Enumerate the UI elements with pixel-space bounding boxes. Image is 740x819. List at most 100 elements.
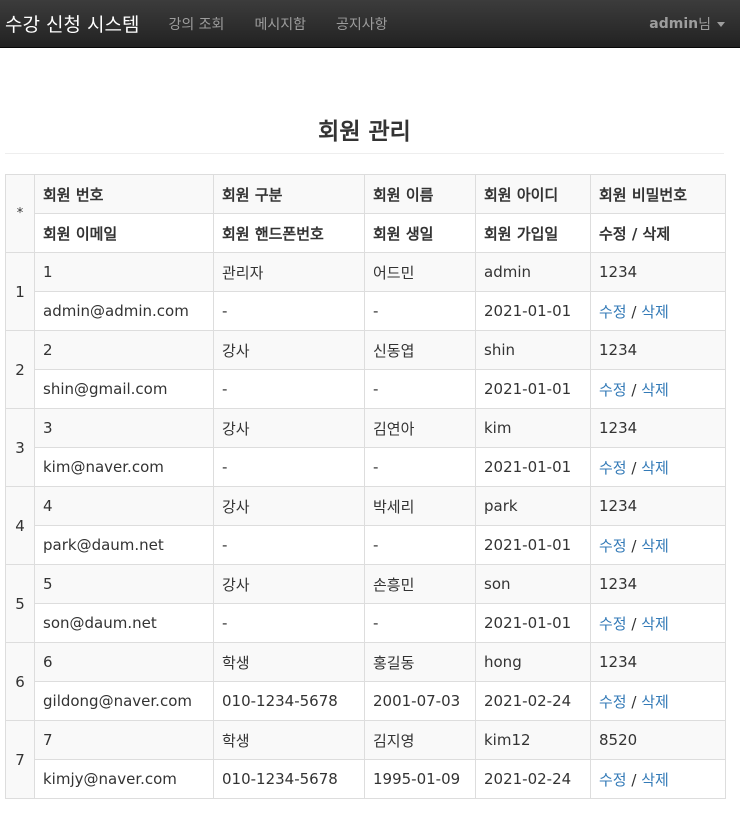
cell-member-joined: 2021-01-01 xyxy=(475,603,591,643)
top-navbar: 수강 신청 시스템 강의 조회 메시지함 공지사항 admin 님 xyxy=(0,0,740,48)
header-member-phone: 회원 핸드폰번호 xyxy=(213,213,365,253)
row-index: 2 xyxy=(5,330,35,409)
header-member-email: 회원 이메일 xyxy=(34,213,214,253)
delete-link[interactable]: 삭제 xyxy=(641,537,669,555)
page-title: 회원 관리 xyxy=(5,112,724,154)
cell-member-birth: - xyxy=(364,447,476,487)
delete-link[interactable]: 삭제 xyxy=(641,615,669,633)
delete-link[interactable]: 삭제 xyxy=(641,303,669,321)
cell-member-id: shin xyxy=(475,330,591,370)
table-row: 7 7 학생 김지영 kim12 8520 xyxy=(5,720,726,799)
cell-actions: 수정 / 삭제 xyxy=(590,291,726,331)
action-separator: / xyxy=(631,770,637,789)
edit-link[interactable]: 수정 xyxy=(599,303,627,321)
cell-member-name: 어드민 xyxy=(364,252,476,292)
cell-actions: 수정 / 삭제 xyxy=(590,525,726,565)
cell-member-name: 박세리 xyxy=(364,486,476,526)
nav-link-notices[interactable]: 공지사항 xyxy=(321,14,403,34)
cell-member-no: 4 xyxy=(34,486,214,526)
table-row: son@daum.net - -2021-01-01 수정 / 삭제 xyxy=(6,603,726,643)
cell-member-password: 1234 xyxy=(590,252,726,292)
cell-member-password: 8520 xyxy=(590,720,726,760)
nav-link-courses[interactable]: 강의 조회 xyxy=(153,14,239,34)
cell-member-name: 홍길동 xyxy=(364,642,476,682)
cell-member-id: park xyxy=(475,486,591,526)
cell-member-phone: - xyxy=(213,369,365,409)
header-member-password: 회원 비밀번호 xyxy=(590,174,726,214)
edit-link[interactable]: 수정 xyxy=(599,537,627,555)
cell-member-joined: 2021-02-24 xyxy=(475,681,591,721)
cell-member-joined: 2021-01-01 xyxy=(475,447,591,487)
cell-member-no: 3 xyxy=(34,408,214,448)
cell-member-name: 김지영 xyxy=(364,720,476,760)
cell-member-type: 학생 xyxy=(213,642,365,682)
cell-member-type: 강사 xyxy=(213,486,365,526)
cell-member-email: gildong@naver.com xyxy=(34,681,214,721)
table-row: 6 6 학생 홍길동 hong 1234 xyxy=(5,642,726,721)
cell-member-joined: 2021-01-01 xyxy=(475,369,591,409)
edit-link[interactable]: 수정 xyxy=(599,771,627,789)
table-row: park@daum.net - -2021-01-01 수정 / 삭제 xyxy=(6,525,726,565)
cell-member-phone: - xyxy=(213,603,365,643)
header-member-type: 회원 구분 xyxy=(213,174,365,214)
header-corner: * xyxy=(5,174,35,253)
header-row-1: * 회원 번호 회원 구분 회원 이름 회원 아이디 회원 비밀번호 xyxy=(5,174,726,253)
cell-actions: 수정 / 삭제 xyxy=(590,603,726,643)
header-member-no: 회원 번호 xyxy=(34,174,214,214)
nav-link-messages[interactable]: 메시지함 xyxy=(239,14,321,34)
cell-member-type: 강사 xyxy=(213,330,365,370)
cell-member-joined: 2021-02-24 xyxy=(475,759,591,799)
cell-member-type: 관리자 xyxy=(213,252,365,292)
header-edit-delete: 수정 / 삭제 xyxy=(590,213,726,253)
edit-link[interactable]: 수정 xyxy=(599,459,627,477)
cell-member-no: 7 xyxy=(34,720,214,760)
cell-member-no: 6 xyxy=(34,642,214,682)
cell-member-id: hong xyxy=(475,642,591,682)
cell-member-email: admin@admin.com xyxy=(34,291,214,331)
cell-member-phone: - xyxy=(213,525,365,565)
cell-member-password: 1234 xyxy=(590,564,726,604)
delete-link[interactable]: 삭제 xyxy=(641,459,669,477)
edit-link[interactable]: 수정 xyxy=(599,615,627,633)
table-row: admin@admin.com - -2021-01-01 수정 / 삭제 xyxy=(6,291,726,331)
table-row: 2 2 강사 신동엽 shin 1234 xyxy=(5,330,726,409)
cell-actions: 수정 / 삭제 xyxy=(590,759,726,799)
table-row: kimjy@naver.com 010-1234-5678 1995-01-09 20… xyxy=(6,759,726,799)
delete-link[interactable]: 삭제 xyxy=(641,381,669,399)
cell-member-type: 강사 xyxy=(213,408,365,448)
cell-member-password: 1234 xyxy=(590,408,726,448)
action-separator: / xyxy=(631,458,637,477)
cell-member-name: 김연아 xyxy=(364,408,476,448)
delete-link[interactable]: 삭제 xyxy=(641,693,669,711)
row-index: 7 xyxy=(5,720,35,799)
edit-link[interactable]: 수정 xyxy=(599,381,627,399)
table-row: 4 4 강사 박세리 park 1234 xyxy=(5,486,726,565)
header-member-id: 회원 아이디 xyxy=(475,174,591,214)
caret-down-icon xyxy=(717,21,725,27)
header-member-joined: 회원 가입일 xyxy=(475,213,591,253)
row-index: 5 xyxy=(5,564,35,643)
cell-member-email: son@daum.net xyxy=(34,603,214,643)
cell-member-password: 1234 xyxy=(590,330,726,370)
cell-actions: 수정 / 삭제 xyxy=(590,681,726,721)
action-separator: / xyxy=(631,692,637,711)
cell-actions: 수정 / 삭제 xyxy=(590,447,726,487)
cell-member-birth: - xyxy=(364,369,476,409)
user-suffix: 님 xyxy=(698,17,711,33)
edit-link[interactable]: 수정 xyxy=(599,693,627,711)
cell-member-joined: 2021-01-01 xyxy=(475,291,591,331)
cell-member-id: admin xyxy=(475,252,591,292)
cell-member-email: park@daum.net xyxy=(34,525,214,565)
cell-member-birth: - xyxy=(364,291,476,331)
table-row: 1 1 관리자 어드민 admin 1234 xyxy=(5,252,726,331)
table-row: kim@naver.com - -2021-01-01 수정 / 삭제 xyxy=(6,447,726,487)
cell-member-type: 강사 xyxy=(213,564,365,604)
user-menu-dropdown[interactable]: admin 님 xyxy=(649,0,725,48)
action-separator: / xyxy=(631,536,637,555)
delete-link[interactable]: 삭제 xyxy=(641,771,669,789)
brand-title[interactable]: 수강 신청 시스템 xyxy=(0,10,153,37)
cell-member-id: kim12 xyxy=(475,720,591,760)
cell-actions: 수정 / 삭제 xyxy=(590,369,726,409)
row-index: 3 xyxy=(5,408,35,487)
cell-member-id: son xyxy=(475,564,591,604)
